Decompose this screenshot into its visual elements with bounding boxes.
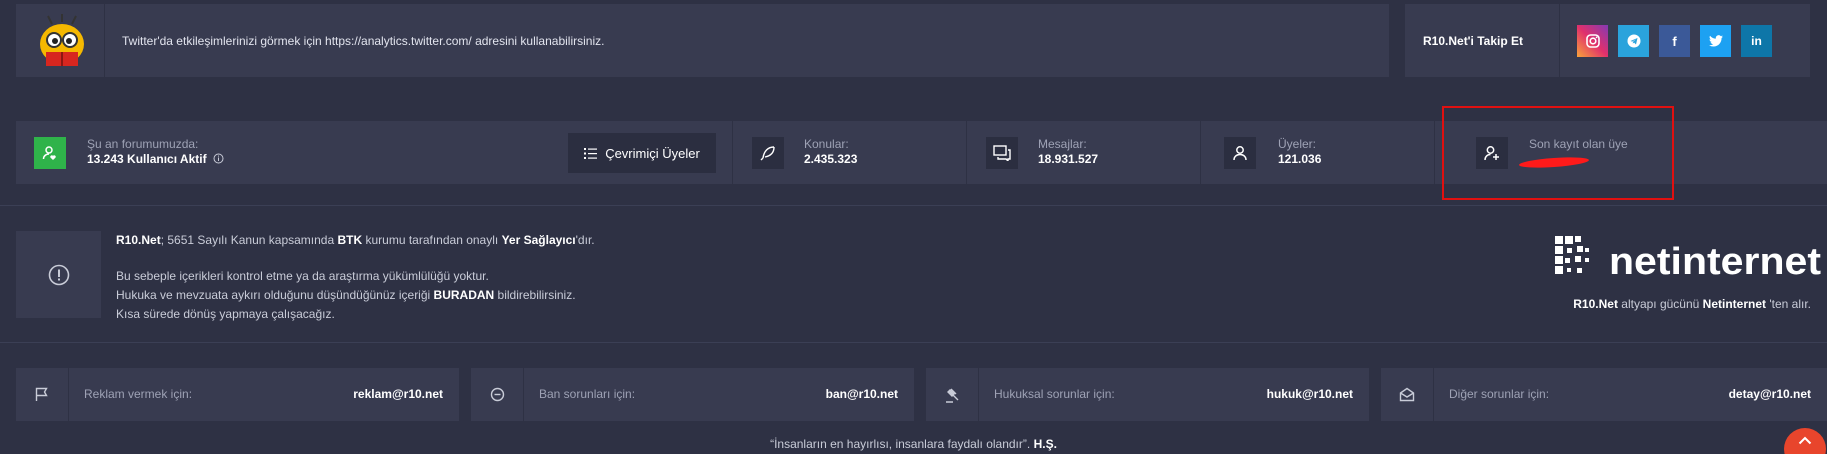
ban-icon — [471, 368, 524, 421]
notice-btk: BTK — [337, 233, 363, 247]
flag-icon — [16, 368, 69, 421]
divider — [0, 205, 1827, 206]
footer-quote: “İnsanların en hayırlısı, insanlara fayd… — [0, 437, 1827, 451]
notice-line-3: Hukuka ve mevzuata aykırı olduğunu düşün… — [116, 286, 595, 305]
online-members-button[interactable]: Çevrimiçi Üyeler — [568, 133, 716, 173]
linkedin-icon[interactable]: in — [1741, 25, 1772, 57]
infra-provider: Netinternet — [1702, 297, 1767, 311]
follow-label: R10.Net'i Takip Et — [1423, 34, 1523, 48]
linkedin-glyph: in — [1751, 34, 1762, 48]
notice-site: R10.Net — [116, 233, 161, 247]
infra-mid: altyapı gücünü — [1617, 297, 1703, 311]
members-value: 121.036 — [1278, 152, 1322, 166]
twitter-icon[interactable] — [1700, 25, 1731, 57]
list-icon — [584, 147, 598, 159]
online-label: Şu an forumumuzda: — [87, 137, 199, 151]
announcement-bar: Twitter'da etkileşimlerinizi görmek için… — [16, 4, 1389, 77]
alert-icon — [48, 264, 69, 285]
contact-label: Reklam vermek için: — [84, 387, 193, 401]
contact-email[interactable]: reklam@r10.net — [353, 387, 443, 401]
contact-other[interactable]: Diğer sorunlar için: detay@r10.net — [1381, 368, 1827, 421]
notice-line-1: R10.Net; 5651 Sayılı Kanun kapsamında BT… — [116, 231, 595, 250]
messages-label: Mesajlar: — [1038, 137, 1087, 151]
infra-site: R10.Net — [1573, 297, 1618, 311]
info-icon[interactable] — [213, 153, 224, 164]
notice-text-3a: Hukuka ve mevzuata aykırı olduğunu düşün… — [116, 288, 434, 302]
notice-text-1a: ; 5651 Sayılı Kanun kapsamında — [160, 233, 338, 247]
chevron-up-icon — [1798, 436, 1812, 445]
netinternet-logo[interactable]: netinternet — [1553, 234, 1823, 284]
announcement-text: Twitter'da etkileşimlerinizi görmek için… — [122, 34, 605, 48]
facebook-icon[interactable]: f — [1659, 25, 1690, 57]
contact-label: Ban sorunları için: — [539, 387, 636, 401]
contact-ads[interactable]: Reklam vermek için: reklam@r10.net — [16, 368, 459, 421]
contact-email[interactable]: hukuk@r10.net — [1267, 387, 1353, 401]
contact-label: Hukuksal sorunlar için: — [994, 387, 1115, 401]
active-users-icon — [34, 137, 66, 169]
online-members-label: Çevrimiçi Üyeler — [605, 145, 700, 161]
online-count: 13.243 Kullanıcı Aktif — [87, 152, 207, 166]
notice-text-3b: bildirebilirsiniz. — [494, 288, 576, 302]
infra-end: 'ten alır. — [1766, 297, 1811, 311]
quote-text: “İnsanların en hayırlısı, insanlara fayd… — [770, 437, 1031, 451]
members-label: Üyeler: — [1278, 137, 1317, 151]
online-value: 13.243 Kullanıcı Aktif — [87, 152, 224, 166]
instagram-icon[interactable] — [1577, 25, 1608, 57]
contact-legal[interactable]: Hukuksal sorunlar için: hukuk@r10.net — [926, 368, 1369, 421]
contact-label: Diğer sorunlar için: — [1449, 387, 1550, 401]
report-link[interactable]: BURADAN — [434, 288, 495, 302]
follow-panel: R10.Net'i Takip Et f in — [1405, 4, 1810, 77]
topics-label: Konular: — [804, 137, 849, 151]
contact-email[interactable]: detay@r10.net — [1729, 387, 1811, 401]
messages-icon — [986, 137, 1018, 169]
contact-ban[interactable]: Ban sorunları için: ban@r10.net — [471, 368, 914, 421]
messages-value: 18.931.527 — [1038, 152, 1099, 166]
notice-icon-box — [16, 231, 101, 318]
gavel-icon — [926, 368, 979, 421]
divider — [0, 342, 1827, 343]
notice-line-4: Kısa sürede dönüş yapmaya çalışacağız. — [116, 307, 335, 321]
feather-icon — [752, 137, 784, 169]
topics-value: 2.435.323 — [804, 152, 858, 166]
members-icon — [1224, 137, 1256, 169]
notice-text-1c: 'dır. — [575, 233, 595, 247]
netinternet-logo-text: netinternet — [1609, 241, 1821, 283]
notice-line-2: Bu sebeple içerikleri kontrol etme ya da… — [116, 269, 489, 283]
highlight-box — [1442, 106, 1674, 200]
contact-email[interactable]: ban@r10.net — [826, 387, 898, 401]
facebook-glyph: f — [1672, 33, 1677, 49]
telegram-icon[interactable] — [1618, 25, 1649, 57]
mascot-logo-icon — [40, 14, 84, 66]
scroll-to-top-button[interactable] — [1784, 428, 1826, 454]
notice-provider: Yer Sağlayıcı — [501, 233, 576, 247]
envelope-open-icon — [1381, 368, 1434, 421]
notice-text-1b: kurumu tarafından onaylı — [362, 233, 502, 247]
infra-caption: R10.Net altyapı gücünü Netinternet 'ten … — [1573, 297, 1811, 311]
quote-author: H.Ş. — [1033, 437, 1057, 451]
legal-notice: R10.Net; 5651 Sayılı Kanun kapsamında BT… — [116, 231, 595, 324]
